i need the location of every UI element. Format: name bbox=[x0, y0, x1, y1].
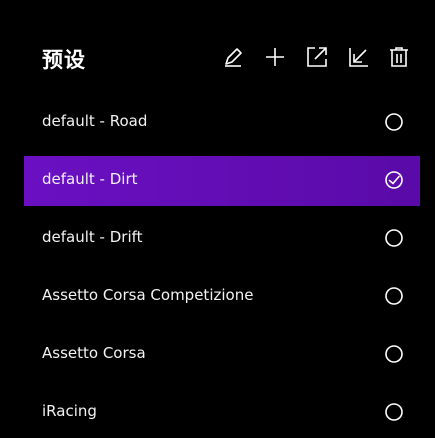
preset-item-default-dirt[interactable]: default - Dirt bbox=[24, 156, 420, 206]
edit-icon bbox=[225, 48, 242, 67]
radio-unchecked-icon[interactable] bbox=[384, 112, 404, 132]
preset-label: Assetto Corsa Competizione bbox=[42, 286, 254, 304]
preset-label: iRacing bbox=[42, 402, 97, 420]
preset-item-iracing[interactable]: iRacing bbox=[24, 388, 420, 438]
edit-button[interactable] bbox=[220, 44, 246, 70]
presets-panel: 预设 default - Road default - Dirt default… bbox=[0, 0, 435, 432]
radio-checked-icon[interactable] bbox=[384, 170, 404, 190]
delete-icon bbox=[390, 47, 408, 67]
radio-unchecked-icon[interactable] bbox=[384, 228, 404, 248]
add-icon bbox=[266, 48, 284, 66]
delete-button[interactable] bbox=[386, 44, 412, 70]
preset-label: default - Drift bbox=[42, 228, 143, 246]
export-button[interactable] bbox=[304, 44, 330, 70]
presets-header: 预设 bbox=[0, 24, 435, 88]
preset-item-default-drift[interactable]: default - Drift bbox=[24, 214, 420, 264]
preset-item-acc[interactable]: Assetto Corsa Competizione bbox=[24, 272, 420, 322]
preset-label: default - Dirt bbox=[42, 170, 138, 188]
preset-item-default-road[interactable]: default - Road bbox=[24, 98, 420, 148]
export-icon bbox=[307, 47, 327, 67]
add-button[interactable] bbox=[262, 44, 288, 70]
preset-label: default - Road bbox=[42, 112, 148, 130]
toolbar bbox=[0, 24, 435, 88]
import-icon bbox=[349, 48, 368, 67]
radio-unchecked-icon[interactable] bbox=[384, 286, 404, 306]
import-button[interactable] bbox=[346, 44, 372, 70]
preset-item-assetto-corsa[interactable]: Assetto Corsa bbox=[24, 330, 420, 380]
preset-label: Assetto Corsa bbox=[42, 344, 146, 362]
radio-unchecked-icon[interactable] bbox=[384, 344, 404, 364]
radio-unchecked-icon[interactable] bbox=[384, 402, 404, 422]
